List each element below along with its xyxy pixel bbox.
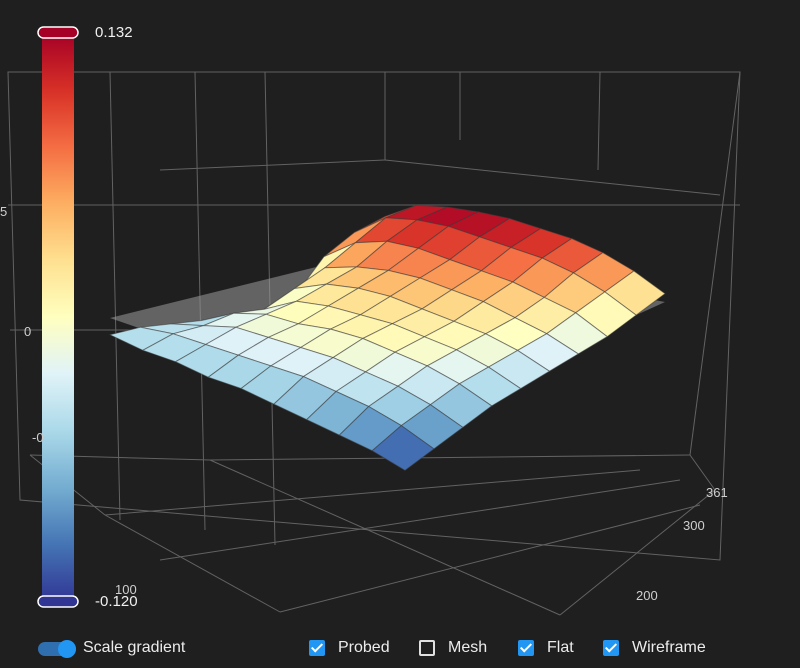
probed-checkbox[interactable]	[309, 640, 325, 656]
surface-mesh	[108, 204, 666, 472]
scale-gradient-toggle[interactable]	[38, 640, 76, 658]
colorbar-max-handle[interactable]	[37, 26, 79, 39]
y-tick-label: 200	[636, 588, 658, 603]
wireframe-label: Wireframe	[632, 639, 706, 656]
mesh-label: Mesh	[448, 639, 488, 656]
colorbar	[37, 26, 79, 608]
surface-plot[interactable]: 5 0 -0 100 361 300 200	[0, 0, 800, 630]
colorbar-max-label: 0.132	[95, 24, 133, 41]
colorbar-min-label: -0.120	[95, 593, 138, 610]
mesh-checkbox[interactable]	[419, 640, 435, 656]
z-tick-label: 5	[0, 204, 7, 219]
probed-label: Probed	[338, 639, 390, 656]
y-tick-label: 300	[683, 518, 705, 533]
wireframe-checkbox[interactable]	[603, 640, 619, 656]
colorbar-min-handle[interactable]	[37, 595, 79, 608]
z-tick-label: 0	[24, 324, 31, 339]
colorbar-gradient	[42, 33, 74, 601]
z-tick-label: -0	[32, 430, 44, 445]
y-tick-label: 361	[706, 485, 728, 500]
scale-gradient-label: Scale gradient	[83, 639, 186, 656]
flat-label: Flat	[547, 639, 574, 656]
controls-bar: Scale gradient Probed Mesh Flat Wirefram…	[0, 630, 800, 668]
flat-checkbox[interactable]	[518, 640, 534, 656]
